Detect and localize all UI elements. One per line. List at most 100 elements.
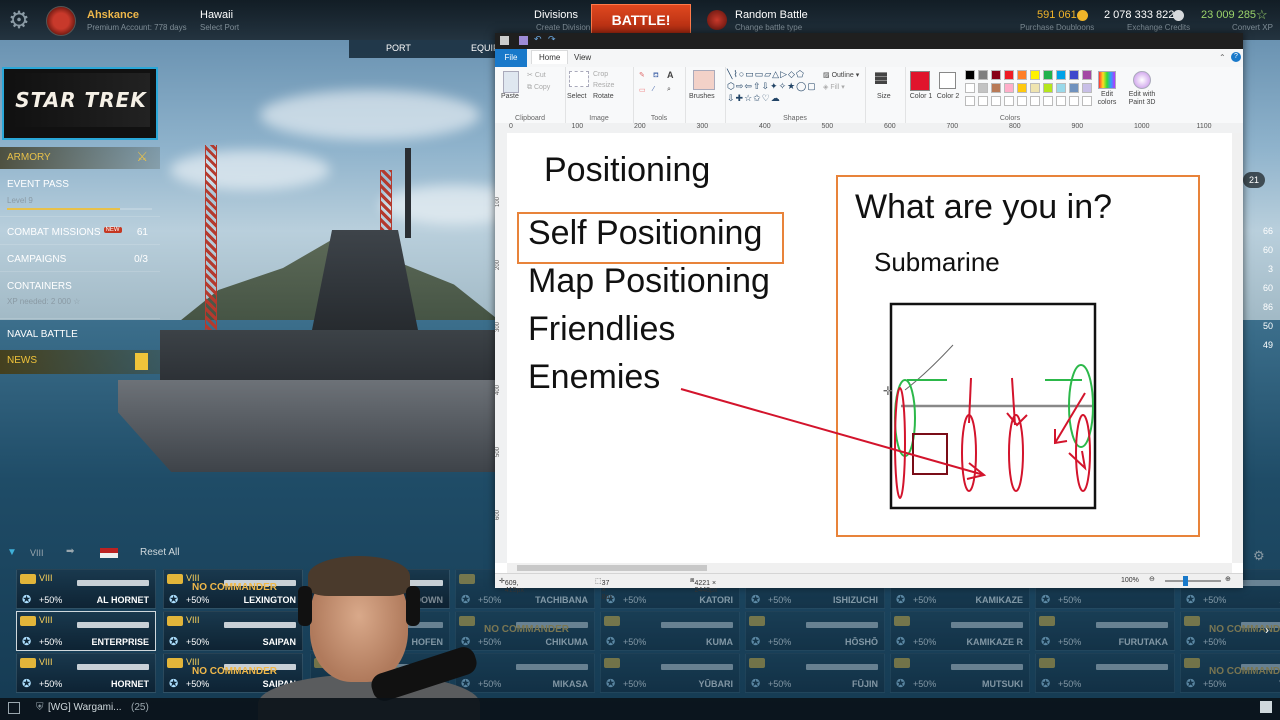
tier-filter[interactable]: VIII	[30, 548, 44, 558]
file-tab[interactable]: File	[495, 49, 527, 67]
campaigns-button[interactable]: CAMPAIGNS 0/3	[0, 249, 160, 271]
palette-swatch-empty[interactable]	[1056, 96, 1066, 106]
palette-swatch-empty[interactable]	[991, 96, 1001, 106]
horizontal-scroll-thumb[interactable]	[517, 565, 707, 571]
zoom-slider-thumb[interactable]	[1183, 576, 1188, 586]
eraser-icon[interactable]: ▭	[639, 86, 646, 94]
ship-card[interactable]: ✪ +50% MUTSUKI	[890, 653, 1030, 693]
shapes-gallery-row2[interactable]: ⬡⇨⇦⇧⇩✦✧★◯▢	[727, 81, 817, 92]
palette-swatch[interactable]	[1069, 83, 1079, 93]
chat-icon[interactable]	[8, 702, 20, 714]
divisions-button[interactable]: Divisions	[534, 9, 578, 21]
size-icon[interactable]: ▬ ▬ ▬	[875, 66, 887, 86]
paste-icon[interactable]	[503, 71, 519, 93]
palette-swatch[interactable]	[1017, 70, 1027, 80]
ribbon-collapse-icon[interactable]: ⌃	[1219, 53, 1226, 62]
tab-home[interactable]: Home	[531, 50, 569, 64]
palette-swatch[interactable]	[1082, 70, 1092, 80]
color-picker-icon[interactable]: ⁄	[653, 86, 654, 93]
fill-icon[interactable]: ⛾	[653, 71, 659, 80]
magnifier-icon[interactable]: ⌕	[667, 86, 671, 94]
ship-card[interactable]: ✪ +50% FURUTAKA	[1035, 611, 1175, 651]
cut-button[interactable]: ✂ Cut	[527, 71, 546, 79]
fill-button[interactable]: ◈ Fill ▾	[823, 83, 845, 91]
event-pass-button[interactable]: EVENT PASS	[0, 174, 160, 196]
chat-channel[interactable]: [WG] Wargami...	[48, 702, 122, 713]
filter-icon[interactable]: ▼	[7, 547, 17, 558]
freexp-value[interactable]: 23 009 285	[1201, 9, 1256, 21]
reset-all-button[interactable]: Reset All	[140, 547, 179, 558]
ship-card[interactable]: ✪+50%YAHAGINO COMMANDER	[1180, 653, 1280, 693]
settings-gear-icon[interactable]: ⚙	[6, 8, 32, 34]
palette-swatch[interactable]	[1004, 70, 1014, 80]
palette-swatch-empty[interactable]	[1069, 96, 1079, 106]
horizontal-scrollbar[interactable]	[507, 563, 1232, 573]
select-button[interactable]: Select	[567, 93, 586, 100]
combat-missions-button[interactable]: COMBAT MISSIONS NEW 61	[0, 222, 160, 244]
palette-swatch[interactable]	[1082, 83, 1092, 93]
ship-card[interactable]: ✪ +50% FŪJIN	[745, 653, 885, 693]
ship-card[interactable]: VIII ✪ +50% HORNET	[16, 653, 156, 693]
text-icon[interactable]: A	[667, 70, 674, 80]
vertical-scrollbar[interactable]	[1232, 133, 1243, 563]
ship-card[interactable]: VIII ✪ +50% AL HORNET	[16, 569, 156, 609]
select-icon[interactable]	[569, 71, 589, 87]
armory-button[interactable]: ARMORY ⚔	[0, 147, 160, 169]
containers-button[interactable]: CONTAINERS	[0, 276, 160, 298]
rotate-button[interactable]: Rotate	[593, 93, 614, 100]
palette-swatch[interactable]	[1069, 70, 1079, 80]
pencil-icon[interactable]: ✎	[639, 71, 645, 79]
zoom-in-icon[interactable]: ⊕	[1225, 575, 1231, 583]
carousel-next-icon[interactable]: ›	[1265, 623, 1269, 637]
port-name[interactable]: Hawaii	[200, 9, 233, 21]
copy-button[interactable]: ⧉ Copy	[527, 84, 550, 92]
palette-swatch[interactable]	[1030, 83, 1040, 93]
save-icon[interactable]	[519, 36, 528, 45]
news-button[interactable]: NEWS	[0, 350, 160, 374]
brushes-button[interactable]: Brushes	[689, 93, 715, 100]
help-icon[interactable]: ?	[1231, 52, 1241, 62]
outline-button[interactable]: ▨ Outline ▾	[823, 71, 859, 79]
ship-card[interactable]: ✪ +50% HŌSHŌ	[745, 611, 885, 651]
color1-swatch[interactable]	[910, 71, 930, 91]
size-button[interactable]: Size	[877, 93, 891, 100]
palette-swatch[interactable]	[1030, 70, 1040, 80]
palette-swatch-empty[interactable]	[978, 96, 988, 106]
paint3d-icon[interactable]	[1133, 71, 1151, 89]
palette-swatch-empty[interactable]	[1030, 96, 1040, 106]
zoom-slider[interactable]	[1165, 580, 1221, 582]
paste-button[interactable]: Paste	[501, 93, 519, 100]
palette-swatch[interactable]	[965, 70, 975, 80]
ship-card[interactable]: VIII ✪ +50% ENTERPRISE	[16, 611, 156, 651]
palette-swatch[interactable]	[965, 83, 975, 93]
palette-swatch[interactable]	[1056, 70, 1066, 80]
us-flag-icon[interactable]	[100, 548, 118, 558]
paint-canvas[interactable]: Positioning Self Positioning Map Positio…	[507, 133, 1232, 563]
palette-swatch-empty[interactable]	[965, 96, 975, 106]
ship-card[interactable]: ✪ +50%	[1035, 653, 1175, 693]
random-battle-icon[interactable]	[707, 10, 727, 30]
color2-swatch[interactable]	[939, 72, 956, 89]
palette-swatch[interactable]	[1043, 83, 1053, 93]
zoom-out-icon[interactable]: ⊖	[1149, 575, 1155, 583]
palette-swatch-empty[interactable]	[1043, 96, 1053, 106]
undo-icon[interactable]: ↶	[534, 34, 542, 45]
ship-card[interactable]: ✪ +50% KUMA	[600, 611, 740, 651]
palette-swatch[interactable]	[1004, 83, 1014, 93]
palette-swatch-empty[interactable]	[1017, 96, 1027, 106]
edit-colors-button[interactable]: Edit colors	[1096, 91, 1118, 107]
ship-card[interactable]: ✪ +50% YŪBARI	[600, 653, 740, 693]
resize-button[interactable]: Resize	[593, 82, 614, 89]
palette-swatch[interactable]	[991, 70, 1001, 80]
contacts-icon[interactable]	[1260, 701, 1272, 713]
palette-swatch[interactable]	[991, 83, 1001, 93]
palette-swatch[interactable]	[1056, 83, 1066, 93]
settings-small-gear-icon[interactable]: ⚙	[1253, 548, 1265, 564]
player-name[interactable]: Ahskance	[87, 9, 139, 21]
ship-card[interactable]: ✪ +50% KAMIKAZE R	[890, 611, 1030, 651]
crop-button[interactable]: Crop	[593, 71, 608, 78]
event-banner[interactable]: STAR TREK	[2, 67, 158, 140]
palette-swatch[interactable]	[1043, 70, 1053, 80]
doubloons-value[interactable]: 591 061	[1037, 9, 1077, 21]
clan-avatar-icon[interactable]	[46, 6, 76, 36]
